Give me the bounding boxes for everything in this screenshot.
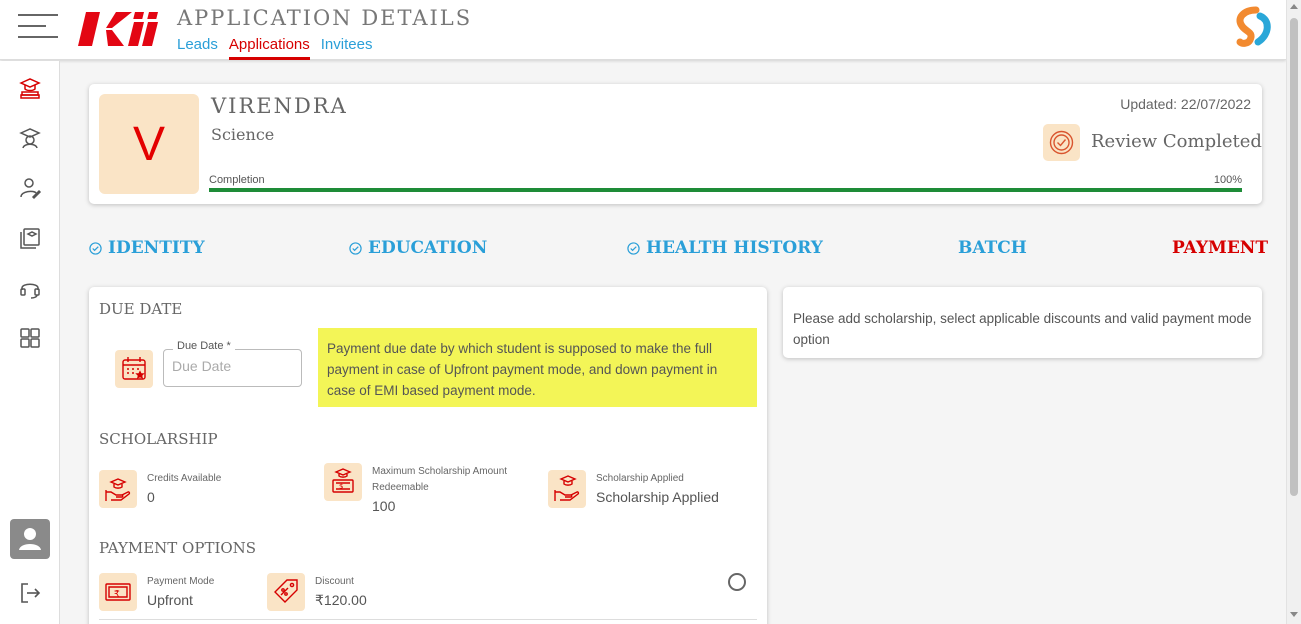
due-date-input[interactable] xyxy=(172,358,292,374)
payment-options-divider xyxy=(99,619,757,620)
credits-available-label: Credits Available xyxy=(147,473,222,484)
payment-info-text: Please add scholarship, select applicabl… xyxy=(793,311,1252,347)
step-education[interactable]: EDUCATION xyxy=(349,238,487,258)
discount-value: ₹120.00 xyxy=(315,592,367,608)
check-circle-icon xyxy=(627,241,640,255)
top-header: APPLICATION DETAILS Leads Applications I… xyxy=(0,0,1286,60)
credits-available-value: 0 xyxy=(147,489,155,505)
headset-icon[interactable] xyxy=(18,276,42,300)
calendar-icon xyxy=(115,350,153,388)
step-label: PAYMENT xyxy=(1172,238,1268,258)
dashboard-icon[interactable] xyxy=(18,326,42,350)
step-label: EDUCATION xyxy=(368,238,488,258)
step-payment[interactable]: PAYMENT xyxy=(1172,238,1268,258)
payment-mode-icon: ₹ xyxy=(99,573,137,611)
svg-text:₹: ₹ xyxy=(114,590,120,600)
avatar[interactable] xyxy=(10,519,50,559)
due-date-help-note: Payment due date by which student is sup… xyxy=(318,328,757,407)
updated-date: Updated: 22/07/2022 xyxy=(1120,96,1251,112)
payment-option-radio[interactable] xyxy=(728,573,746,591)
payment-info-panel: Please add scholarship, select applicabl… xyxy=(783,287,1262,358)
check-circle-icon xyxy=(89,241,102,255)
graduation-stack-icon[interactable] xyxy=(18,76,42,100)
max-scholarship-value: 100 xyxy=(372,498,396,514)
scroll-down-arrow-icon[interactable] xyxy=(1290,612,1298,617)
step-label: HEALTH HISTORY xyxy=(646,238,823,258)
kii-logo xyxy=(78,12,159,46)
payment-mode-label: Payment Mode xyxy=(147,576,215,587)
page-title: APPLICATION DETAILS xyxy=(177,6,473,30)
scholarship-amount-icon: $ xyxy=(324,463,362,501)
step-identity[interactable]: IDENTITY xyxy=(89,238,205,258)
review-status: Review Completed xyxy=(1091,131,1262,152)
hamburger-menu-icon[interactable] xyxy=(18,14,58,38)
scroll-thumb[interactable] xyxy=(1290,18,1298,496)
user-edit-icon[interactable] xyxy=(18,176,42,200)
logout-icon[interactable] xyxy=(18,581,42,605)
payment-mode-value: Upfront xyxy=(147,592,193,608)
student-name: VIRENDRA xyxy=(211,94,348,118)
student-icon[interactable] xyxy=(18,126,42,150)
tab-invitees[interactable]: Invitees xyxy=(321,36,373,60)
student-initial-avatar: V xyxy=(99,94,199,194)
page-scrollbar[interactable] xyxy=(1286,0,1301,624)
scholarship-applied-value: Scholarship Applied xyxy=(596,489,719,505)
max-scholarship-label: Maximum Scholarship Amount Redeemable xyxy=(372,466,508,493)
step-health-history[interactable]: HEALTH HISTORY xyxy=(627,238,823,258)
discount-label: Discount xyxy=(315,576,354,587)
payment-options-section-title: PAYMENT OPTIONS xyxy=(99,539,257,557)
avatar-icon xyxy=(19,528,41,550)
svg-text:$: $ xyxy=(339,483,343,491)
scroll-up-arrow-icon[interactable] xyxy=(1290,4,1298,9)
completion-progress-bar xyxy=(209,188,1242,192)
step-label: IDENTITY xyxy=(108,238,205,258)
scholarship-applied-label: Scholarship Applied xyxy=(596,473,684,484)
completion-label: Completion xyxy=(209,174,265,186)
due-date-field-label: Due Date * xyxy=(173,340,235,352)
payment-details-panel: DUE DATE Due Date * Payment due date by … xyxy=(89,287,767,624)
check-circle-icon xyxy=(349,241,362,255)
review-badge-icon xyxy=(1043,124,1080,161)
step-batch[interactable]: BATCH xyxy=(958,238,1027,258)
left-sidebar xyxy=(0,61,60,624)
discount-tag-icon xyxy=(267,573,305,611)
partner-logo-icon xyxy=(1236,6,1271,47)
student-stream: Science xyxy=(211,125,275,144)
completion-progress-fill xyxy=(209,188,1242,192)
scholarship-section-title: SCHOLARSHIP xyxy=(99,430,218,448)
tab-leads[interactable]: Leads xyxy=(177,36,218,60)
completion-percent: 100% xyxy=(1213,174,1242,186)
due-date-section-title: DUE DATE xyxy=(99,300,183,318)
student-profile-card: V VIRENDRA Science Updated: 22/07/2022 R… xyxy=(89,84,1262,204)
hand-credits-icon xyxy=(99,470,137,508)
step-label: BATCH xyxy=(958,238,1027,258)
scholarship-applied-icon xyxy=(548,470,586,508)
header-nav: Leads Applications Invitees xyxy=(177,36,383,60)
tab-applications[interactable]: Applications xyxy=(228,36,310,60)
courses-icon[interactable] xyxy=(18,226,42,250)
